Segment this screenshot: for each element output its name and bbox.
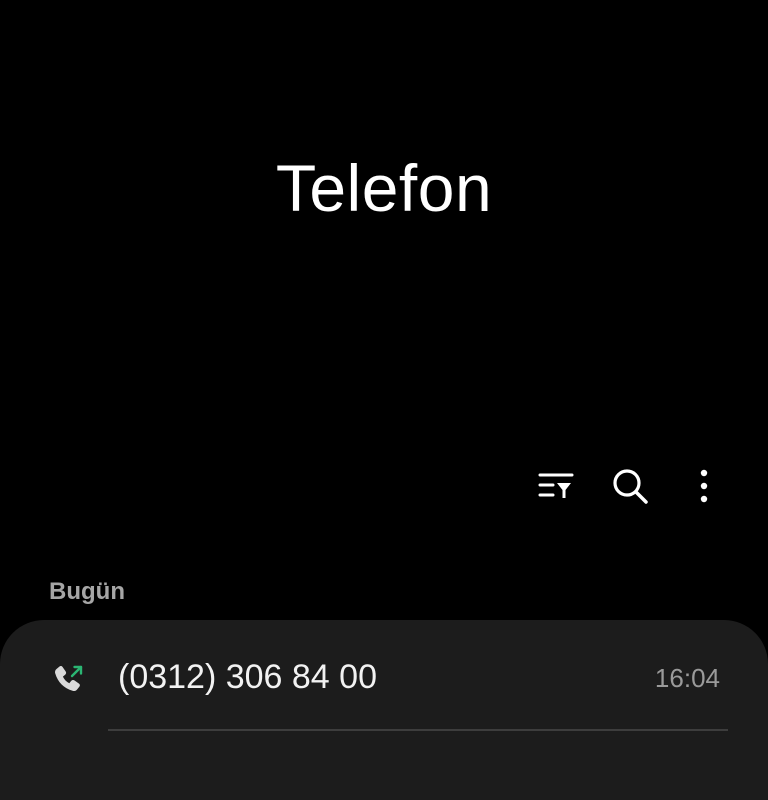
call-log-item[interactable]: (0312) 306 84 00 16:04: [0, 620, 768, 732]
section-header-today: Bugün: [49, 578, 125, 605]
filter-button[interactable]: [532, 462, 580, 510]
page-title: Telefon: [275, 151, 493, 225]
call-log-card: (0312) 306 84 00 16:04: [0, 620, 768, 800]
call-time: 16:04: [654, 663, 720, 693]
search-icon: [613, 469, 648, 504]
toolbar: [532, 462, 728, 510]
more-vertical-icon: [700, 469, 708, 503]
list-divider: [108, 729, 728, 731]
search-button[interactable]: [606, 462, 654, 510]
filter-list-icon: [538, 473, 574, 498]
more-options-button[interactable]: [680, 462, 728, 510]
call-number: (0312) 306 84 00: [118, 658, 377, 696]
outgoing-call-icon: [55, 665, 83, 692]
